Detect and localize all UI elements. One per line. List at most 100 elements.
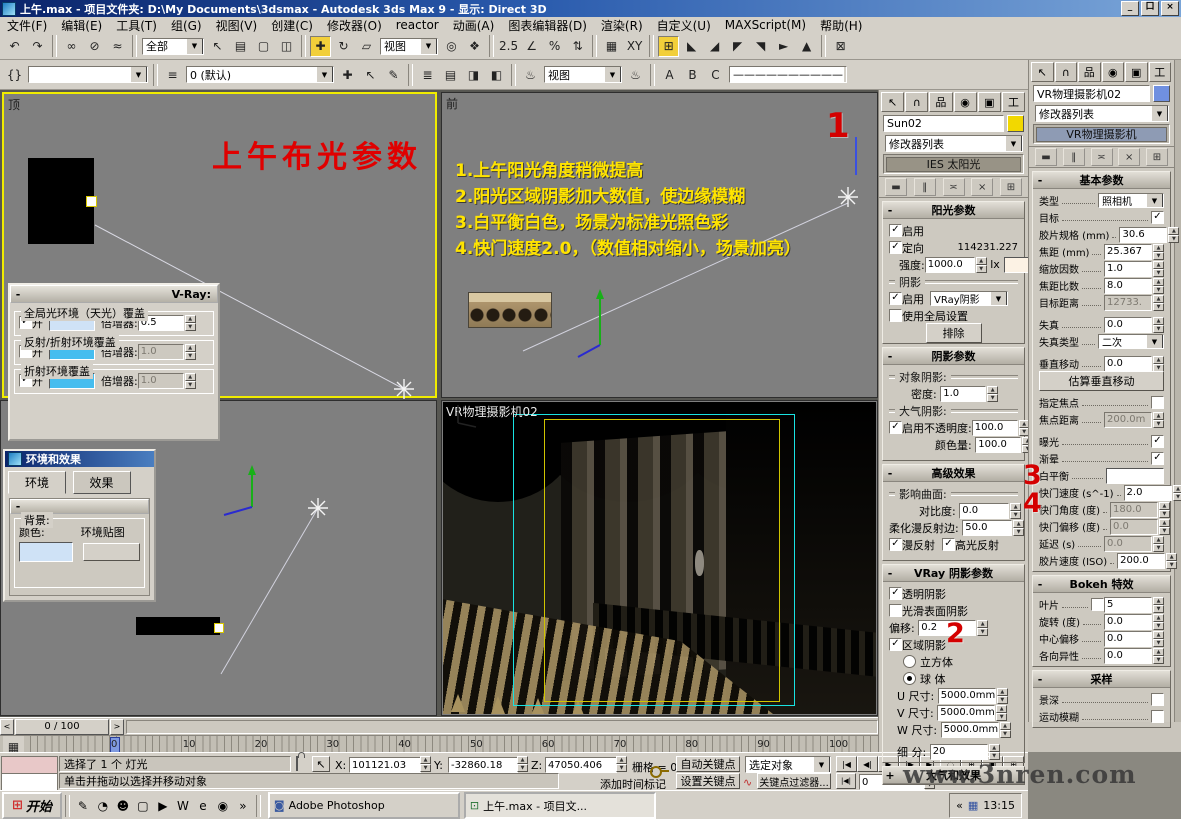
render-presets-icon[interactable]: ◧	[486, 64, 507, 85]
menu-item-3[interactable]: 组(G)	[164, 17, 209, 34]
checkbox[interactable]	[889, 604, 902, 617]
go-to-start-icon[interactable]: |◀	[836, 756, 857, 772]
spinner[interactable]: ▲▼	[1153, 631, 1164, 647]
key-mode-toggle-icon[interactable]: |◀|	[836, 773, 856, 789]
dropdown-arrow-icon[interactable]: ▼	[130, 66, 147, 83]
named-selection-dropdown[interactable]: ▼	[28, 66, 148, 83]
select-by-name-icon[interactable]: ▤	[230, 36, 251, 57]
render-setup-icon[interactable]: ⊠	[830, 36, 851, 57]
dropdown[interactable]: VRay阴影▼	[930, 291, 1008, 306]
menu-item-5[interactable]: 创建(C)	[264, 17, 320, 34]
viewport-front-label[interactable]: 前	[446, 95, 458, 112]
value-field[interactable]: 0.0	[1104, 317, 1152, 333]
value-field[interactable]: 0.0	[1104, 648, 1152, 664]
spinner[interactable]: ▲▼	[1153, 536, 1164, 552]
value-field[interactable]: 0.0	[1104, 356, 1152, 372]
spinner[interactable]: ▲▼	[185, 315, 196, 331]
tab-effects[interactable]: 效果	[73, 471, 131, 494]
spinner[interactable]: ▲▼	[976, 257, 987, 273]
rollout-header[interactable]: -阴影参数	[883, 348, 1024, 365]
redo-icon[interactable]: ↷	[27, 36, 48, 57]
ql-globe-icon[interactable]: ◔	[94, 797, 112, 815]
selection-lock-icon[interactable]	[296, 757, 298, 770]
layer-list-icon[interactable]: ≡	[162, 64, 183, 85]
tab-utilities-icon[interactable]: 工	[1002, 92, 1025, 112]
configure-modifier-sets-icon[interactable]: ⊞	[1146, 148, 1168, 166]
checkbox[interactable]: ✓	[889, 587, 902, 600]
color-swatch[interactable]	[1106, 468, 1164, 484]
rollout-header[interactable]: -高级效果	[883, 465, 1024, 482]
menu-item-0[interactable]: 文件(F)	[0, 17, 54, 34]
spinner[interactable]: ▲▼	[987, 386, 998, 402]
stack-item[interactable]: VR物理摄影机	[1036, 127, 1167, 142]
set-key-button[interactable]: 设置关键点	[676, 773, 740, 789]
dropdown-arrow-icon[interactable]: ▼	[1146, 334, 1163, 349]
checkbox[interactable]	[1091, 598, 1104, 611]
tab-hierarchy-icon[interactable]: 品	[1078, 62, 1101, 82]
ql-window-icon[interactable]: ▢	[134, 797, 152, 815]
spinner[interactable]: ▲▼	[1166, 553, 1177, 569]
tab-motion-icon[interactable]: ◉	[1102, 62, 1125, 82]
value-field[interactable]: 100.0	[972, 420, 1018, 436]
spinner[interactable]: ▲▼	[1153, 412, 1164, 428]
checkbox[interactable]: ✓	[889, 292, 902, 305]
checkbox[interactable]: ✓	[889, 538, 902, 551]
object-name-field[interactable]: Sun02	[883, 115, 1004, 132]
render-view-dropdown[interactable]: 视图▼	[544, 66, 622, 83]
ql-messenger-icon[interactable]: ☻	[114, 797, 132, 815]
maxscript-listener-pink[interactable]	[1, 756, 58, 774]
schematic-view-icon[interactable]: ▤	[440, 64, 461, 85]
key-filters-button[interactable]: 关键点过滤器...	[757, 773, 831, 789]
quick-render-icon[interactable]: ♨	[625, 64, 646, 85]
value-field[interactable]: 12733.	[1104, 295, 1152, 311]
quick-align-icon[interactable]: ◢	[704, 36, 725, 57]
configure-modifier-sets-icon[interactable]: ⊞	[1000, 178, 1022, 196]
panel-scrollbar[interactable]	[1174, 60, 1181, 722]
time-slider-left-arrow[interactable]: <	[0, 719, 14, 735]
spinner[interactable]: ▲▼	[1153, 356, 1164, 372]
bind-to-space-warp-icon[interactable]: ≈	[107, 36, 128, 57]
x-spinner[interactable]: ▲▼	[420, 756, 431, 772]
make-unique-icon[interactable]: ≍	[1091, 148, 1113, 166]
ql-ie-icon[interactable]: e	[194, 797, 212, 815]
background-color-swatch[interactable]	[19, 542, 73, 562]
checkbox[interactable]	[1151, 396, 1164, 409]
value-field[interactable]: 5000.0mm	[941, 722, 999, 738]
remove-modifier-icon[interactable]: ×	[1118, 148, 1140, 166]
z-spinner[interactable]: ▲▼	[616, 756, 627, 772]
checkbox[interactable]: ✓	[889, 241, 902, 254]
dropdown-arrow-icon[interactable]: ▼	[186, 38, 203, 55]
window-crossing-icon[interactable]: ◫	[276, 36, 297, 57]
radio-button[interactable]	[903, 655, 916, 668]
collapse-icon[interactable]: -	[11, 288, 25, 301]
render-scene-dialog-icon[interactable]: ♨	[520, 64, 541, 85]
tab-display-icon[interactable]: ▣	[1125, 62, 1148, 82]
value-field[interactable]: 180.0	[1110, 502, 1158, 518]
menu-item-10[interactable]: 渲染(R)	[594, 17, 650, 34]
align-camera-icon[interactable]: ►	[773, 36, 794, 57]
y-coordinate-field[interactable]: -32860.18	[448, 757, 518, 773]
menu-item-2[interactable]: 工具(T)	[109, 17, 164, 34]
value-field[interactable]: 25.367	[1104, 244, 1152, 260]
time-slider-handle[interactable]: 0 / 100	[15, 719, 109, 735]
value-field[interactable]: 200.0	[1117, 553, 1165, 569]
checkbox[interactable]	[889, 309, 902, 322]
prev-frame-icon[interactable]: ◀|	[857, 756, 878, 772]
layer-dropdown[interactable]: 0 (默认)▼	[186, 66, 334, 83]
object-color-swatch[interactable]	[1007, 115, 1024, 132]
make-unique-icon[interactable]: ≍	[943, 178, 965, 196]
dropdown-arrow-icon[interactable]: ▼	[990, 291, 1007, 306]
edit-named-selections-icon[interactable]: ▦	[601, 36, 622, 57]
curve-editor-icon[interactable]: ≣	[417, 64, 438, 85]
close-button[interactable]: ×	[1161, 1, 1179, 16]
tab-environment[interactable]: 环境	[8, 471, 66, 494]
track-bar[interactable]: ▦ 0102030405060708090100	[0, 735, 880, 753]
select-and-move-icon[interactable]: ✚	[310, 36, 331, 57]
rollout-header[interactable]: -阳光参数	[883, 202, 1024, 219]
add-selection-to-layer-icon[interactable]: ↖	[360, 64, 381, 85]
spinner[interactable]: ▲▼	[989, 744, 1000, 760]
spinner-snap-icon[interactable]: ⇅	[567, 36, 588, 57]
render-preset-dropdown[interactable]: ——————————▼	[729, 66, 847, 83]
dropdown-arrow-icon[interactable]: ▼	[420, 38, 437, 55]
spinner[interactable]: ▲▼	[185, 373, 196, 389]
